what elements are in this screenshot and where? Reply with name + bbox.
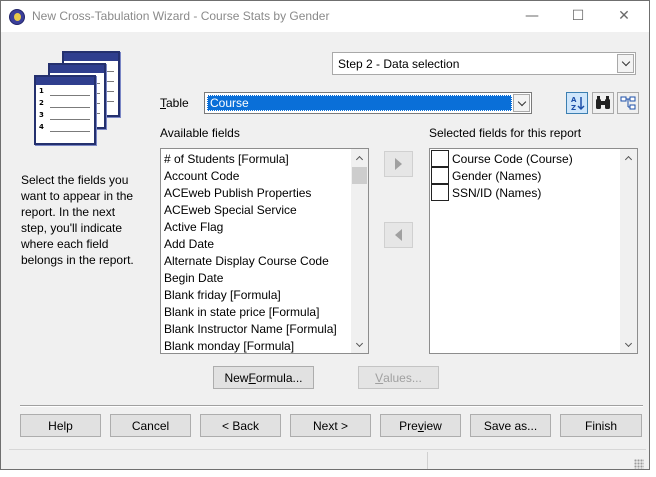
- list-item[interactable]: Add Date: [164, 236, 214, 253]
- remove-field-button[interactable]: [384, 222, 413, 248]
- available-scrollbar[interactable]: [351, 149, 368, 353]
- selected-fields-label: Selected fields for this report: [429, 126, 582, 140]
- sort-az-button[interactable]: A Z: [566, 92, 588, 114]
- svg-text:A: A: [571, 96, 577, 104]
- list-item[interactable]: Blank in state price [Formula]: [164, 304, 319, 321]
- status-divider: [427, 452, 428, 469]
- svg-text:Z: Z: [571, 104, 576, 112]
- add-field-button[interactable]: [384, 151, 413, 177]
- list-item[interactable]: Blank Instructor Name [Formula]: [164, 321, 337, 338]
- scroll-down-icon[interactable]: [351, 336, 368, 353]
- list-item[interactable]: # of Students [Formula]: [164, 151, 289, 168]
- table-dropdown-value: Course: [207, 95, 512, 111]
- arrow-left-icon: [395, 229, 402, 241]
- divider: [20, 405, 643, 407]
- save-as-button[interactable]: Save as...: [470, 414, 551, 437]
- field-type-icon: [431, 184, 449, 201]
- maximize-button[interactable]: ☐: [555, 1, 601, 31]
- available-fields-list[interactable]: # of Students [Formula] Account Code ACE…: [160, 148, 369, 354]
- field-type-icon: [431, 167, 449, 184]
- scroll-up-icon[interactable]: [351, 149, 368, 166]
- step-dropdown-value: Step 2 - Data selection: [338, 57, 460, 71]
- scroll-thumb[interactable]: [352, 167, 367, 184]
- wizard-illustration: 1 2 3 4: [34, 51, 130, 151]
- chevron-down-icon[interactable]: [617, 54, 634, 73]
- help-button[interactable]: Help: [20, 414, 101, 437]
- back-button[interactable]: < Back: [200, 414, 281, 437]
- finish-button[interactable]: Finish: [560, 414, 642, 437]
- list-item[interactable]: SSN/ID (Names): [452, 185, 541, 202]
- window-title: New Cross-Tabulation Wizard - Course Sta…: [32, 9, 330, 23]
- preview-button[interactable]: Pre v iew: [380, 414, 461, 437]
- instructions-text: Select the fields you want to appear in …: [21, 173, 134, 267]
- sort-az-icon: A Z: [571, 96, 585, 112]
- field-type-icon: [431, 150, 449, 167]
- table-dropdown[interactable]: Course: [204, 92, 532, 114]
- list-item[interactable]: Account Code: [164, 168, 239, 185]
- arrow-right-icon: [395, 158, 402, 170]
- sheet-front-icon: 1 2 3 4: [34, 75, 96, 145]
- cancel-button[interactable]: Cancel: [110, 414, 191, 437]
- status-bar: [9, 449, 646, 471]
- list-item[interactable]: Begin Date: [164, 270, 223, 287]
- tree-view-button[interactable]: [617, 92, 639, 114]
- list-item[interactable]: Gender (Names): [452, 168, 541, 185]
- close-button[interactable]: ✕: [601, 1, 647, 31]
- list-item[interactable]: ACEweb Special Service: [164, 202, 297, 219]
- list-item[interactable]: Course Code (Course): [452, 151, 573, 168]
- selected-fields-list[interactable]: Course Code (Course) Gender (Names) SSN/…: [429, 148, 638, 354]
- list-item[interactable]: Alternate Display Course Code: [164, 253, 329, 270]
- app-icon: [9, 9, 25, 25]
- find-button[interactable]: [592, 92, 614, 114]
- scroll-up-icon[interactable]: [620, 149, 637, 166]
- table-label: Table: [160, 96, 189, 110]
- scroll-down-icon[interactable]: [620, 336, 637, 353]
- values-button[interactable]: Values...: [358, 366, 439, 389]
- step-dropdown[interactable]: Step 2 - Data selection: [332, 52, 636, 75]
- binoculars-icon: [596, 96, 610, 109]
- selected-scrollbar[interactable]: [620, 149, 637, 353]
- new-formula-button[interactable]: New Formula...: [213, 366, 314, 389]
- title-bar: New Cross-Tabulation Wizard - Course Sta…: [1, 1, 649, 32]
- next-button[interactable]: Next >: [290, 414, 371, 437]
- list-item[interactable]: ACEweb Publish Properties: [164, 185, 311, 202]
- chevron-down-icon[interactable]: [513, 94, 530, 112]
- list-item[interactable]: Blank monday [Formula]: [164, 338, 294, 353]
- available-fields-label: Available fields: [160, 126, 240, 140]
- tree-view-icon: [620, 96, 636, 110]
- wizard-window: New Cross-Tabulation Wizard - Course Sta…: [0, 0, 650, 470]
- list-item[interactable]: Blank friday [Formula]: [164, 287, 281, 304]
- list-item[interactable]: Active Flag: [164, 219, 223, 236]
- minimize-button[interactable]: —: [509, 1, 555, 31]
- resize-grip-icon[interactable]: [634, 459, 644, 469]
